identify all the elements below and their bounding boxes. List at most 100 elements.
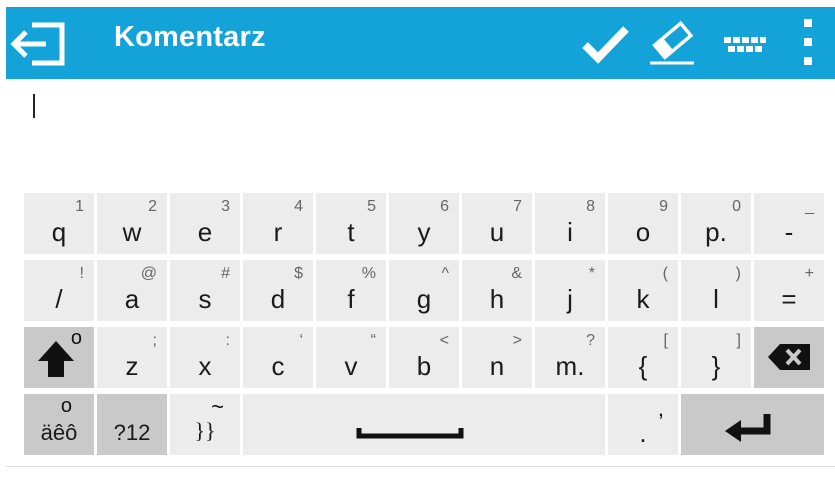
key-label: r [273, 217, 283, 247]
key-a[interactable]: a @ [97, 260, 167, 321]
key-label: i [567, 217, 573, 247]
key-hint: 9 [659, 198, 668, 215]
key-r[interactable]: r4 [243, 193, 313, 254]
key-d[interactable]: d $ [243, 260, 313, 321]
key-hint: 8 [586, 198, 595, 215]
key-i[interactable]: i8 [535, 193, 605, 254]
key-equals[interactable]: = + [754, 260, 824, 321]
key-label: n [489, 351, 505, 381]
braces-key[interactable]: }} ~ [170, 394, 240, 455]
key-e[interactable]: e3 [170, 193, 240, 254]
more-vertical-icon [804, 19, 812, 65]
key-label: y [417, 217, 431, 247]
confirm-button[interactable] [580, 19, 632, 69]
space-key[interactable] [243, 394, 605, 455]
divider [6, 466, 835, 467]
key-m[interactable]: m.? [535, 327, 605, 388]
more-options-button[interactable] [790, 19, 826, 69]
key-hint: _ [805, 198, 814, 215]
key-label: h [489, 284, 505, 314]
key-hint: + [804, 265, 814, 282]
key-v[interactable]: v “ [316, 327, 386, 388]
key-w[interactable]: w2 [97, 193, 167, 254]
key-c[interactable]: c ‘ [243, 327, 313, 388]
key-b[interactable]: b < [389, 327, 459, 388]
key-label: ?12 [113, 420, 151, 445]
key-label: l [713, 284, 719, 314]
backspace-key[interactable] [754, 327, 824, 388]
key-label: k [636, 284, 650, 314]
key-label: f [347, 284, 355, 314]
keyboard-toggle-button[interactable] [718, 19, 770, 69]
key-p[interactable]: p. 0 [681, 193, 751, 254]
key-hint: ) [735, 265, 741, 282]
key-label: e [197, 217, 213, 247]
key-label: d [270, 284, 286, 314]
key-s[interactable]: s # [170, 260, 240, 321]
key-label: a [124, 284, 140, 314]
key-hint: [ [663, 332, 668, 349]
text-caret [33, 94, 35, 118]
key-q[interactable]: q1 [24, 193, 94, 254]
page-title: Komentarz [114, 21, 266, 53]
enter-icon [725, 414, 771, 442]
key-hint: % [361, 265, 376, 282]
key-label: g [416, 284, 432, 314]
key-label: }} [194, 418, 216, 443]
key-l[interactable]: l) [681, 260, 751, 321]
clear-button[interactable] [646, 19, 698, 69]
key-hint: o [60, 395, 72, 417]
key-open-brace[interactable]: {[ [608, 327, 678, 388]
key-u[interactable]: u7 [462, 193, 532, 254]
key-f[interactable]: f% [316, 260, 386, 321]
key-y[interactable]: y6 [389, 193, 459, 254]
key-n[interactable]: n > [462, 327, 532, 388]
exit-button[interactable] [10, 19, 70, 69]
key-label: b [416, 351, 432, 381]
accents-key[interactable]: äêô o [24, 394, 94, 455]
eraser-icon [650, 20, 694, 65]
key-hint: ! [79, 265, 84, 282]
key-label: t [347, 217, 355, 247]
key-label: / [55, 284, 63, 314]
key-label: c [271, 351, 285, 381]
key-hint: 3 [221, 198, 230, 215]
key-slash[interactable]: /! [24, 260, 94, 321]
key-hint: < [439, 332, 449, 349]
key-hint: * [588, 265, 595, 282]
enter-key[interactable] [681, 394, 824, 455]
key-label: z [125, 351, 139, 381]
key-hint: o [70, 327, 82, 349]
key-g[interactable]: g ^ [389, 260, 459, 321]
key-hint: 1 [75, 198, 84, 215]
key-hint: > [512, 332, 522, 349]
backspace-icon [768, 344, 810, 370]
key-minus[interactable]: - _ [754, 193, 824, 254]
key-hint: ( [662, 265, 668, 282]
key-close-brace[interactable]: }] [681, 327, 751, 388]
key-o[interactable]: o9 [608, 193, 678, 254]
key-z[interactable]: z; [97, 327, 167, 388]
key-k[interactable]: k( [608, 260, 678, 321]
period-key[interactable]: . , [608, 394, 678, 455]
app-bar: Komentarz [6, 7, 835, 79]
key-hint: ? [586, 332, 595, 349]
key-hint: ; [152, 332, 157, 349]
key-label: s [198, 284, 212, 314]
key-hint: : [225, 332, 230, 349]
key-hint: “ [370, 332, 376, 349]
comment-text-area[interactable] [6, 79, 835, 189]
key-j[interactable]: j * [535, 260, 605, 321]
key-hint: ] [736, 332, 741, 349]
key-hint: 2 [148, 198, 157, 215]
key-label: { [638, 351, 648, 381]
key-hint: ‘ [299, 332, 303, 349]
key-label: o [635, 217, 651, 247]
key-x[interactable]: x: [170, 327, 240, 388]
symbols-key[interactable]: ?12 [97, 394, 167, 455]
key-t[interactable]: t5 [316, 193, 386, 254]
key-h[interactable]: h & [462, 260, 532, 321]
keyboard-icon [724, 37, 766, 52]
shift-key[interactable]: o [24, 327, 94, 388]
key-label: äêô [40, 420, 78, 445]
